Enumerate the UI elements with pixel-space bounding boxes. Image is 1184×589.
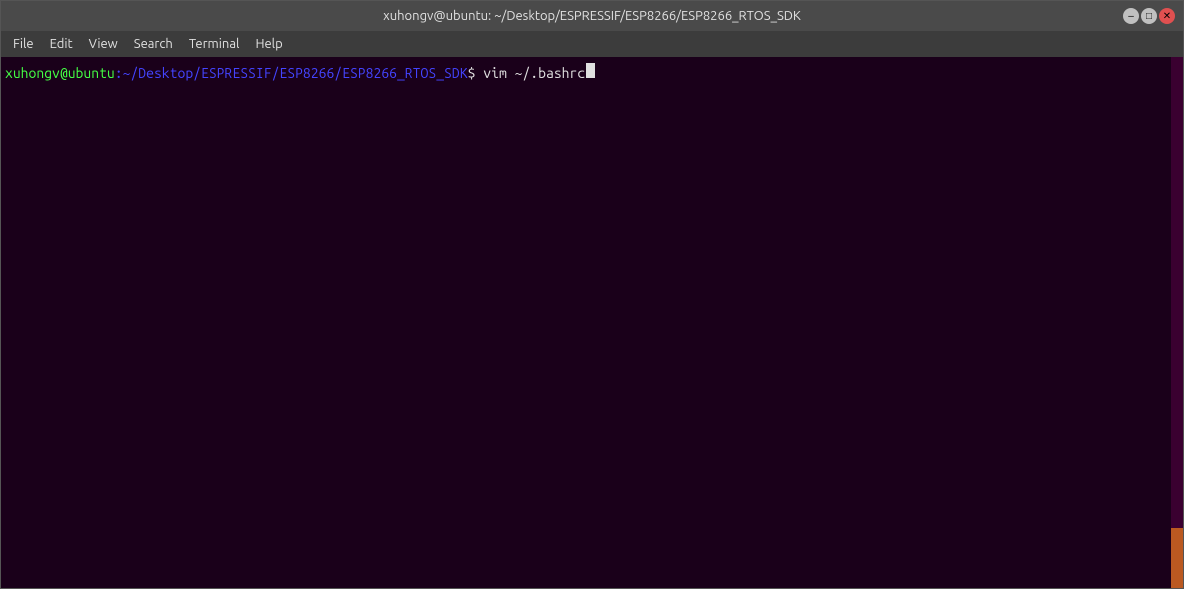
menu-edit[interactable]: Edit: [42, 35, 81, 53]
terminal-cursor: [586, 63, 595, 78]
maximize-button[interactable]: □: [1141, 8, 1157, 24]
terminal-prompt-line: xuhongv@ubuntu :~/Desktop/ESPRESSIF/ESP8…: [5, 63, 1179, 84]
terminal-window: xuhongv@ubuntu: ~/Desktop/ESPRESSIF/ESP8…: [0, 0, 1184, 589]
window-title: xuhongv@ubuntu: ~/Desktop/ESPRESSIF/ESP8…: [383, 9, 801, 23]
title-bar: xuhongv@ubuntu: ~/Desktop/ESPRESSIF/ESP8…: [1, 1, 1183, 31]
terminal-command: vim ~/.bashrc: [475, 64, 585, 84]
menu-bar: File Edit View Search Terminal Help: [1, 31, 1183, 57]
scrollbar-thumb[interactable]: [1171, 528, 1183, 588]
minimize-button[interactable]: –: [1123, 8, 1139, 24]
prompt-path: :~/Desktop/ESPRESSIF/ESP8266/ESP8266_RTO…: [115, 64, 468, 84]
menu-help[interactable]: Help: [247, 35, 290, 53]
menu-terminal[interactable]: Terminal: [181, 35, 248, 53]
window-controls: – □ ✕: [1123, 8, 1175, 24]
terminal-body[interactable]: xuhongv@ubuntu :~/Desktop/ESPRESSIF/ESP8…: [1, 57, 1183, 588]
close-button[interactable]: ✕: [1159, 8, 1175, 24]
menu-search[interactable]: Search: [126, 35, 181, 53]
menu-file[interactable]: File: [5, 35, 42, 53]
prompt-dollar: $: [468, 64, 476, 84]
scrollbar[interactable]: [1171, 57, 1183, 588]
prompt-user: xuhongv@ubuntu: [5, 64, 115, 84]
menu-view[interactable]: View: [81, 35, 126, 53]
